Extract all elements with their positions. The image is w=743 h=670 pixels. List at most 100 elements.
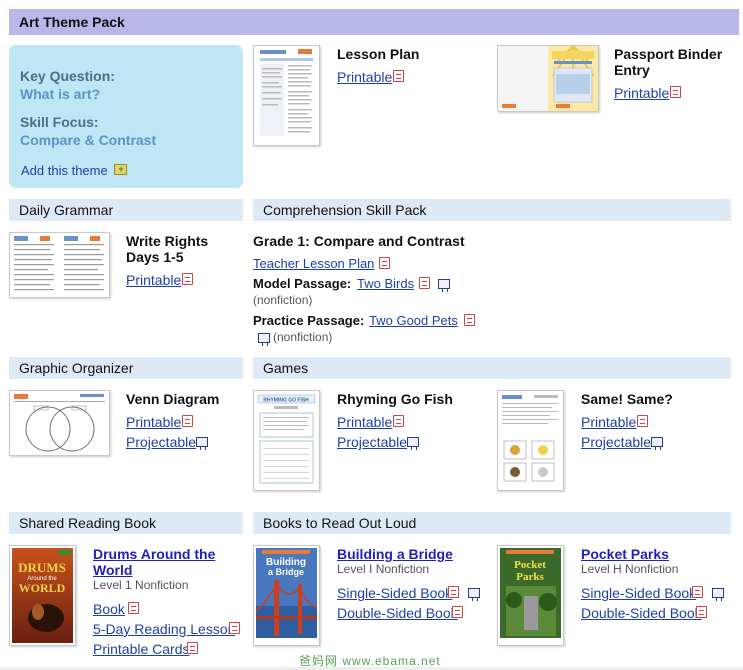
drums-cover-line3: WORLD (19, 581, 66, 595)
drums-cover-line1: DRUMS (18, 560, 66, 575)
pdf-icon (443, 585, 459, 603)
passport-thumbnail[interactable] (497, 45, 599, 112)
pdf-icon (182, 641, 198, 659)
bridge-title[interactable]: Building a Bridge (337, 546, 453, 562)
same-projectable-link[interactable]: Projectable (581, 434, 651, 450)
passport-title-line2: Entry (614, 62, 650, 78)
drums-book-link[interactable]: Book (93, 601, 125, 617)
bridge-double-label: Double-Sided Book (337, 605, 458, 621)
pdf-icon (388, 414, 404, 432)
rhyming-page-graphic: RHYMING GO FISH (257, 394, 316, 484)
section-books-aloud: Books to Read Out Loud (253, 512, 731, 534)
pdf-icon (388, 69, 404, 87)
parks-cover-line1: Pocket (514, 559, 546, 571)
pdf-icon (177, 272, 193, 290)
pdf-icon (374, 256, 390, 274)
practice-passage-type: (nonfiction) (273, 330, 333, 344)
key-question-value: What is art? (20, 86, 101, 102)
section-shared-reading: Shared Reading Book (9, 512, 243, 534)
rhyming-projectable-label: Projectable (337, 434, 408, 450)
key-question-label: Key Question: (20, 68, 115, 84)
add-theme-label: Add this theme (21, 163, 108, 178)
parks-title[interactable]: Pocket Parks (581, 546, 669, 562)
key-question-box: Key Question: What is art? Skill Focus: … (9, 45, 243, 188)
bridge-single-link[interactable]: Single-Sided Book (337, 585, 452, 601)
drums-cards-label: Printable Cards (93, 641, 190, 657)
pdf-icon (123, 601, 139, 619)
practice-passage-link-label: Two Good Pets (369, 313, 458, 328)
parks-book-cover[interactable]: Pocket Parks (497, 545, 564, 646)
venn-projectable-link[interactable]: Projectable (126, 434, 196, 450)
add-theme-link[interactable]: Add this theme + (21, 163, 128, 178)
drums-five-day-link[interactable]: 5-Day Reading Lesson (93, 621, 235, 637)
projector-icon[interactable] (432, 277, 450, 295)
projector-icon[interactable] (645, 435, 663, 453)
teacher-lesson-plan-label: Teacher Lesson Plan (253, 256, 375, 271)
model-passage-label: Model Passage: (253, 276, 352, 291)
parks-level: Level H Nonfiction (581, 562, 679, 576)
write-rights-printable-label: Printable (126, 272, 182, 288)
teacher-lesson-plan-link[interactable]: Teacher Lesson Plan (253, 256, 374, 272)
bridge-book-cover[interactable]: Building a Bridge (253, 545, 320, 646)
projector-icon[interactable] (401, 435, 419, 453)
passport-title-line1: Passport Binder (614, 46, 723, 62)
drums-cards-link[interactable]: Printable Cards (93, 641, 190, 657)
same-title: Same! Same? (581, 391, 673, 407)
drums-cover-graphic: DRUMS Around the WORLD (12, 548, 73, 643)
drums-book-cover[interactable]: DRUMS Around the WORLD (9, 545, 76, 646)
bridge-cover-graphic: Building a Bridge (255, 548, 318, 643)
write-rights-thumbnail[interactable] (9, 232, 110, 298)
comprehension-title: Grade 1: Compare and Contrast (253, 233, 465, 249)
same-thumbnail[interactable] (497, 390, 564, 491)
parks-double-link[interactable]: Double-Sided Book (581, 605, 702, 621)
parks-cover-line2: Parks (516, 571, 544, 583)
rhyming-printable-link[interactable]: Printable (337, 414, 392, 430)
rhyming-projectable-link[interactable]: Projectable (337, 434, 407, 450)
pdf-icon (459, 313, 475, 331)
page-title: Art Theme Pack (9, 9, 739, 35)
same-page-graphic (502, 395, 558, 482)
folder-add-icon: + (114, 164, 128, 175)
passport-cover-graphic (498, 46, 598, 111)
model-passage-link[interactable]: Two Birds (357, 276, 414, 292)
same-printable-link[interactable]: Printable (581, 414, 636, 430)
practice-passage-label: Practice Passage: (253, 313, 365, 328)
bridge-single-label: Single-Sided Book (337, 585, 453, 601)
model-passage-link-label: Two Birds (357, 276, 415, 291)
write-rights-title-line1: Write Rights (126, 233, 209, 249)
drums-title-line2[interactable]: World (93, 562, 132, 578)
venn-printable-link[interactable]: Printable (126, 414, 181, 430)
write-rights-printable-link[interactable]: Printable (126, 272, 181, 288)
section-comprehension: Comprehension Skill Pack (253, 199, 731, 221)
projector-icon[interactable] (252, 331, 270, 349)
write-rights-title-line2: Days 1-5 (126, 249, 184, 265)
projector-icon[interactable] (706, 586, 724, 604)
rhyming-thumb-title: RHYMING GO FISH (263, 398, 309, 404)
venn-diagram-graphic (14, 394, 105, 452)
bridge-double-link[interactable]: Double-Sided Book (337, 605, 458, 621)
practice-passage-link[interactable]: Two Good Pets (369, 313, 458, 329)
drums-title-line1[interactable]: Drums Around the (93, 546, 215, 562)
model-passage-type: (nonfiction) (253, 293, 313, 307)
rhyming-title: Rhyming Go Fish (337, 391, 453, 407)
pdf-icon (224, 621, 240, 639)
lesson-plan-page-graphic (260, 49, 313, 136)
lesson-plan-title: Lesson Plan (337, 46, 420, 62)
lesson-plan-printable-link[interactable]: Printable (337, 69, 392, 85)
projector-icon[interactable] (190, 435, 208, 453)
pdf-icon (687, 585, 703, 603)
lesson-plan-thumbnail[interactable] (253, 45, 320, 146)
parks-single-link[interactable]: Single-Sided Book (581, 585, 696, 601)
write-rights-page-graphic (14, 236, 104, 291)
projector-icon[interactable] (462, 586, 480, 604)
venn-thumbnail[interactable] (9, 390, 110, 456)
skill-focus-value: Compare & Contrast (20, 132, 157, 148)
venn-printable-label: Printable (126, 414, 182, 430)
same-printable-label: Printable (581, 414, 637, 430)
pdf-icon (691, 605, 707, 623)
parks-cover-graphic: Pocket Parks (500, 548, 561, 643)
rhyming-thumbnail[interactable]: RHYMING GO FISH (253, 390, 320, 491)
section-daily-grammar: Daily Grammar (9, 199, 243, 221)
drums-book-label: Book (93, 601, 125, 617)
passport-printable-link[interactable]: Printable (614, 85, 669, 101)
